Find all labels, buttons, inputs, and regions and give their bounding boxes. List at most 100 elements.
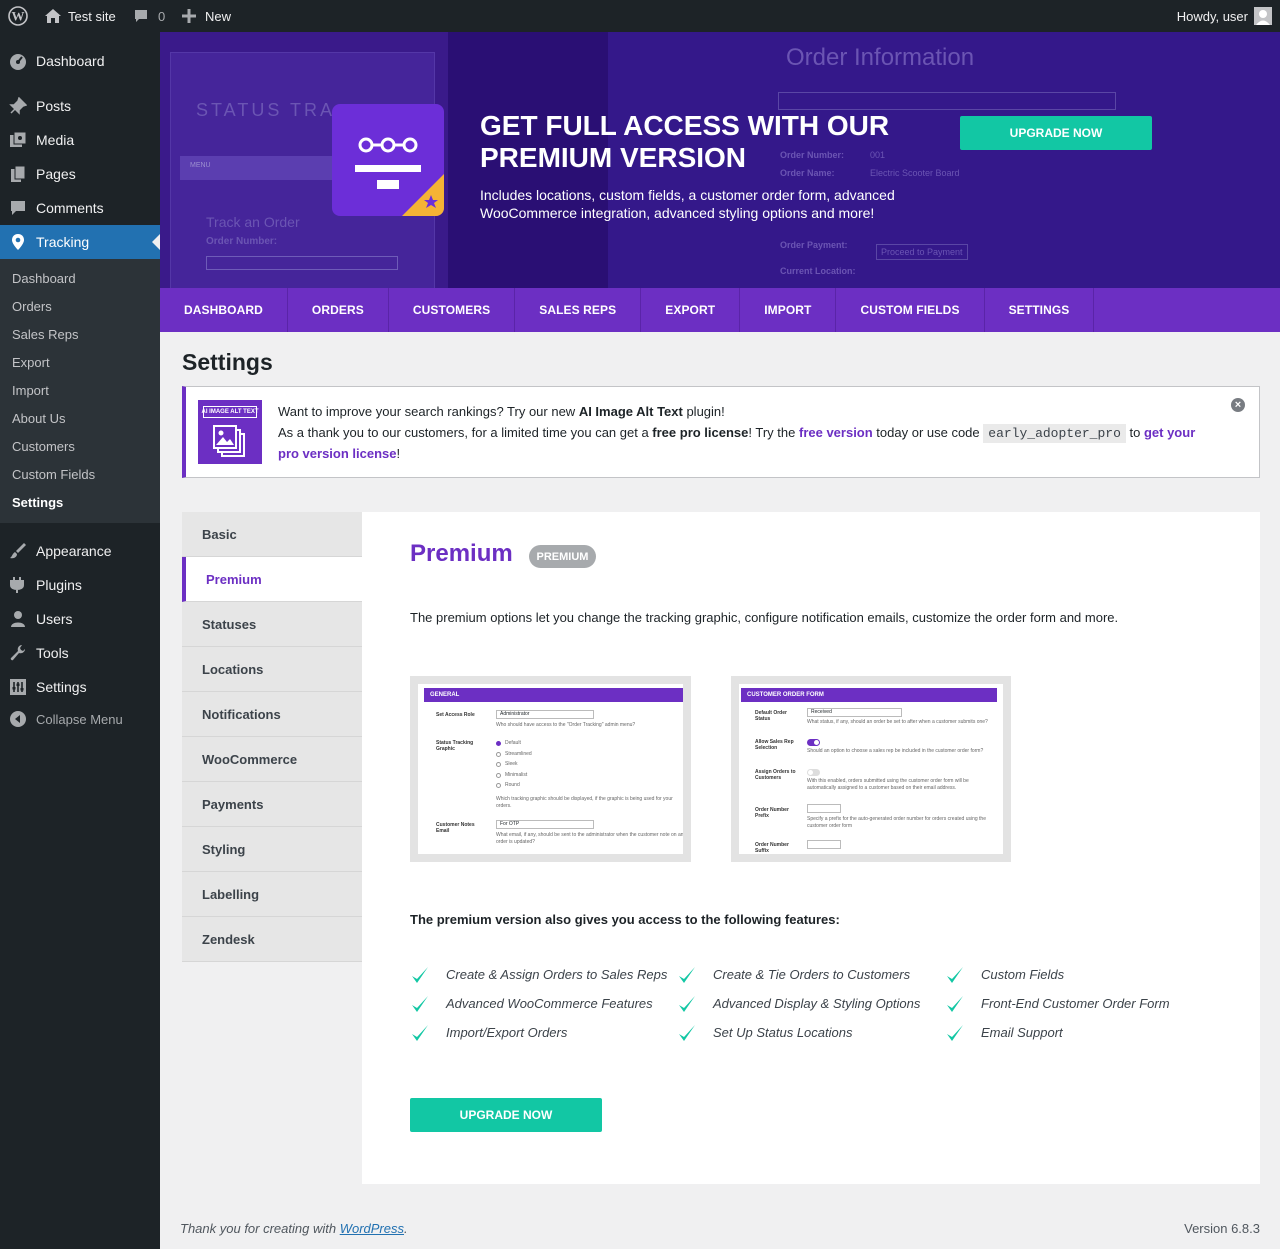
ghost-field [778, 92, 1116, 110]
screenshot-help: With this enabled, orders submitted usin… [807, 778, 969, 791]
collapse-menu-button[interactable]: Collapse Menu [0, 704, 160, 734]
order-tracking-logo-icon [355, 137, 444, 216]
tab-dashboard[interactable]: DASHBOARD [160, 288, 288, 332]
feature-item: Custom Fields [981, 967, 1065, 982]
wordpress-logo-icon[interactable]: W [8, 0, 28, 32]
sidebar-item-appearance[interactable]: Appearance [0, 534, 160, 568]
ghost-row3: Order Payment: [780, 240, 848, 250]
tab-settings[interactable]: SETTINGS [985, 288, 1095, 332]
vtab-statuses[interactable]: Statuses [182, 602, 362, 647]
screenshot-label: Order Number Suffix [755, 842, 789, 854]
sidebar-item-posts[interactable]: Posts [0, 89, 160, 123]
screenshot-help: Who should have access to the "Order Tra… [496, 722, 636, 728]
tab-custom-fields[interactable]: CUSTOM FIELDS [836, 288, 985, 332]
submenu-customers[interactable]: Customers [12, 439, 75, 454]
submenu-about-us[interactable]: About Us [12, 411, 65, 426]
sidebar-item-media[interactable]: Media [0, 123, 160, 157]
footer-version: Version 6.8.3 [1184, 1221, 1260, 1236]
howdy-text: Howdy, user [1176, 8, 1248, 24]
site-home-link[interactable]: Test site [44, 0, 116, 32]
notice-text-part: Want to improve your search rankings? Tr… [278, 404, 579, 419]
submenu-custom-fields[interactable]: Custom Fields [12, 467, 95, 482]
new-label: New [205, 8, 232, 24]
sidebar-item-settings[interactable]: Settings [0, 670, 160, 704]
vtab-payments[interactable]: Payments [182, 782, 362, 827]
tab-customers[interactable]: CUSTOMERS [389, 288, 516, 332]
site-name: Test site [68, 8, 116, 24]
screenshot-label: Set Access Role [436, 712, 475, 718]
sidebar-item-dashboard[interactable]: Dashboard [0, 44, 160, 78]
sidebar-label: Comments [36, 200, 104, 216]
notice-free-license: free pro license [652, 424, 749, 440]
submenu-export[interactable]: Export [12, 355, 50, 370]
comments-link[interactable]: 0 [133, 0, 165, 32]
submenu-import[interactable]: Import [12, 383, 49, 398]
checkmark-icon [679, 967, 695, 983]
svg-text:W: W [12, 9, 25, 24]
screenshot-label: Status Tracking Graphic [436, 740, 474, 752]
user-account-menu[interactable]: Howdy, user [1177, 0, 1272, 32]
ai-alt-text-notice: AI IMAGE ALT TEXT Want to improve your s… [182, 386, 1260, 478]
sidebar-item-plugins[interactable]: Plugins [0, 568, 160, 602]
tab-orders[interactable]: ORDERS [288, 288, 389, 332]
radio-label: Default [505, 740, 521, 746]
premium-banner: Order Information STATUS TRA MENU Track … [160, 32, 1280, 288]
checkmark-icon [679, 996, 695, 1012]
screenshot-label: Customer Notes Email [436, 822, 475, 834]
tab-sales-reps[interactable]: SALES REPS [515, 288, 642, 332]
sidebar-item-comments[interactable]: Comments [0, 191, 160, 225]
vtab-styling[interactable]: Styling [182, 827, 362, 872]
notice-text-part: ! Try the [748, 424, 799, 440]
new-content-link[interactable]: New [182, 0, 231, 32]
screenshot-label: Assign Orders to Customers [755, 769, 796, 781]
vtab-basic[interactable]: Basic [182, 512, 362, 557]
screenshot-input [807, 840, 841, 849]
sidebar-item-users[interactable]: Users [0, 602, 160, 636]
wordpress-link[interactable]: WordPress [340, 1221, 404, 1236]
submenu-dashboard[interactable]: Dashboard [12, 271, 76, 286]
tab-import[interactable]: IMPORT [740, 288, 837, 332]
sidebar-item-tracking[interactable]: Tracking [0, 225, 160, 259]
vtab-notifications[interactable]: Notifications [182, 692, 362, 737]
vtab-locations[interactable]: Locations [182, 647, 362, 692]
coupon-code: early_adopter_pro [983, 423, 1126, 443]
screenshot-header: GENERAL [424, 688, 683, 702]
submenu-sales-reps[interactable]: Sales Reps [12, 327, 78, 342]
sidebar-label: Dashboard [36, 53, 105, 69]
notice-text-part: today or use code [872, 424, 984, 440]
notice-plugin-name: AI Image Alt Text [578, 404, 683, 419]
vtab-woocommerce[interactable]: WooCommerce [182, 737, 362, 782]
features-lead: The premium version also gives you acces… [410, 912, 840, 927]
sidebar-item-tools[interactable]: Tools [0, 636, 160, 670]
sidebar-label: Plugins [36, 577, 82, 593]
upgrade-now-bottom-button[interactable]: UPGRADE NOW [410, 1098, 602, 1132]
screenshot-label: Order Number Prefix [755, 807, 789, 819]
sidebar-item-pages[interactable]: Pages [0, 157, 160, 191]
free-version-link[interactable]: free version [799, 425, 873, 440]
vtab-labelling[interactable]: Labelling [182, 872, 362, 917]
plus-icon [182, 9, 196, 23]
sidebar-label: Pages [36, 166, 76, 182]
feature-item: Import/Export Orders [446, 1025, 568, 1040]
plug-icon [0, 576, 36, 594]
comment-bubble-icon [135, 10, 147, 22]
home-icon [45, 9, 61, 23]
radio-label: Streamlined [505, 750, 532, 757]
ai-alt-text-label: AI IMAGE ALT TEXT [202, 406, 259, 418]
banner-title: GET FULL ACCESS WITH OUR PREMIUM VERSION [480, 110, 890, 173]
screenshot-label: Allow Sales Rep Selection [755, 739, 794, 751]
screenshot-help: Which tracking graphic should be display… [496, 796, 673, 809]
upgrade-now-button[interactable]: UPGRADE NOW [960, 116, 1152, 150]
premium-intro: The premium options let you change the t… [410, 610, 1119, 625]
feature-item: Set Up Status Locations [713, 1025, 853, 1040]
vtab-zendesk[interactable]: Zendesk [182, 917, 362, 962]
sidebar-label: Tracking [36, 234, 90, 250]
ghost-track-order: Track an Order [206, 214, 300, 230]
tab-export[interactable]: EXPORT [641, 288, 741, 332]
radio-label: Minimalist [505, 771, 528, 778]
submenu-orders[interactable]: Orders [12, 299, 52, 314]
submenu-settings[interactable]: Settings [12, 495, 63, 510]
admin-bar: W Test site 0 New Howdy, user [0, 0, 1280, 32]
dismiss-notice-close-icon[interactable]: × [1231, 398, 1245, 412]
vtab-premium[interactable]: Premium [182, 557, 362, 602]
